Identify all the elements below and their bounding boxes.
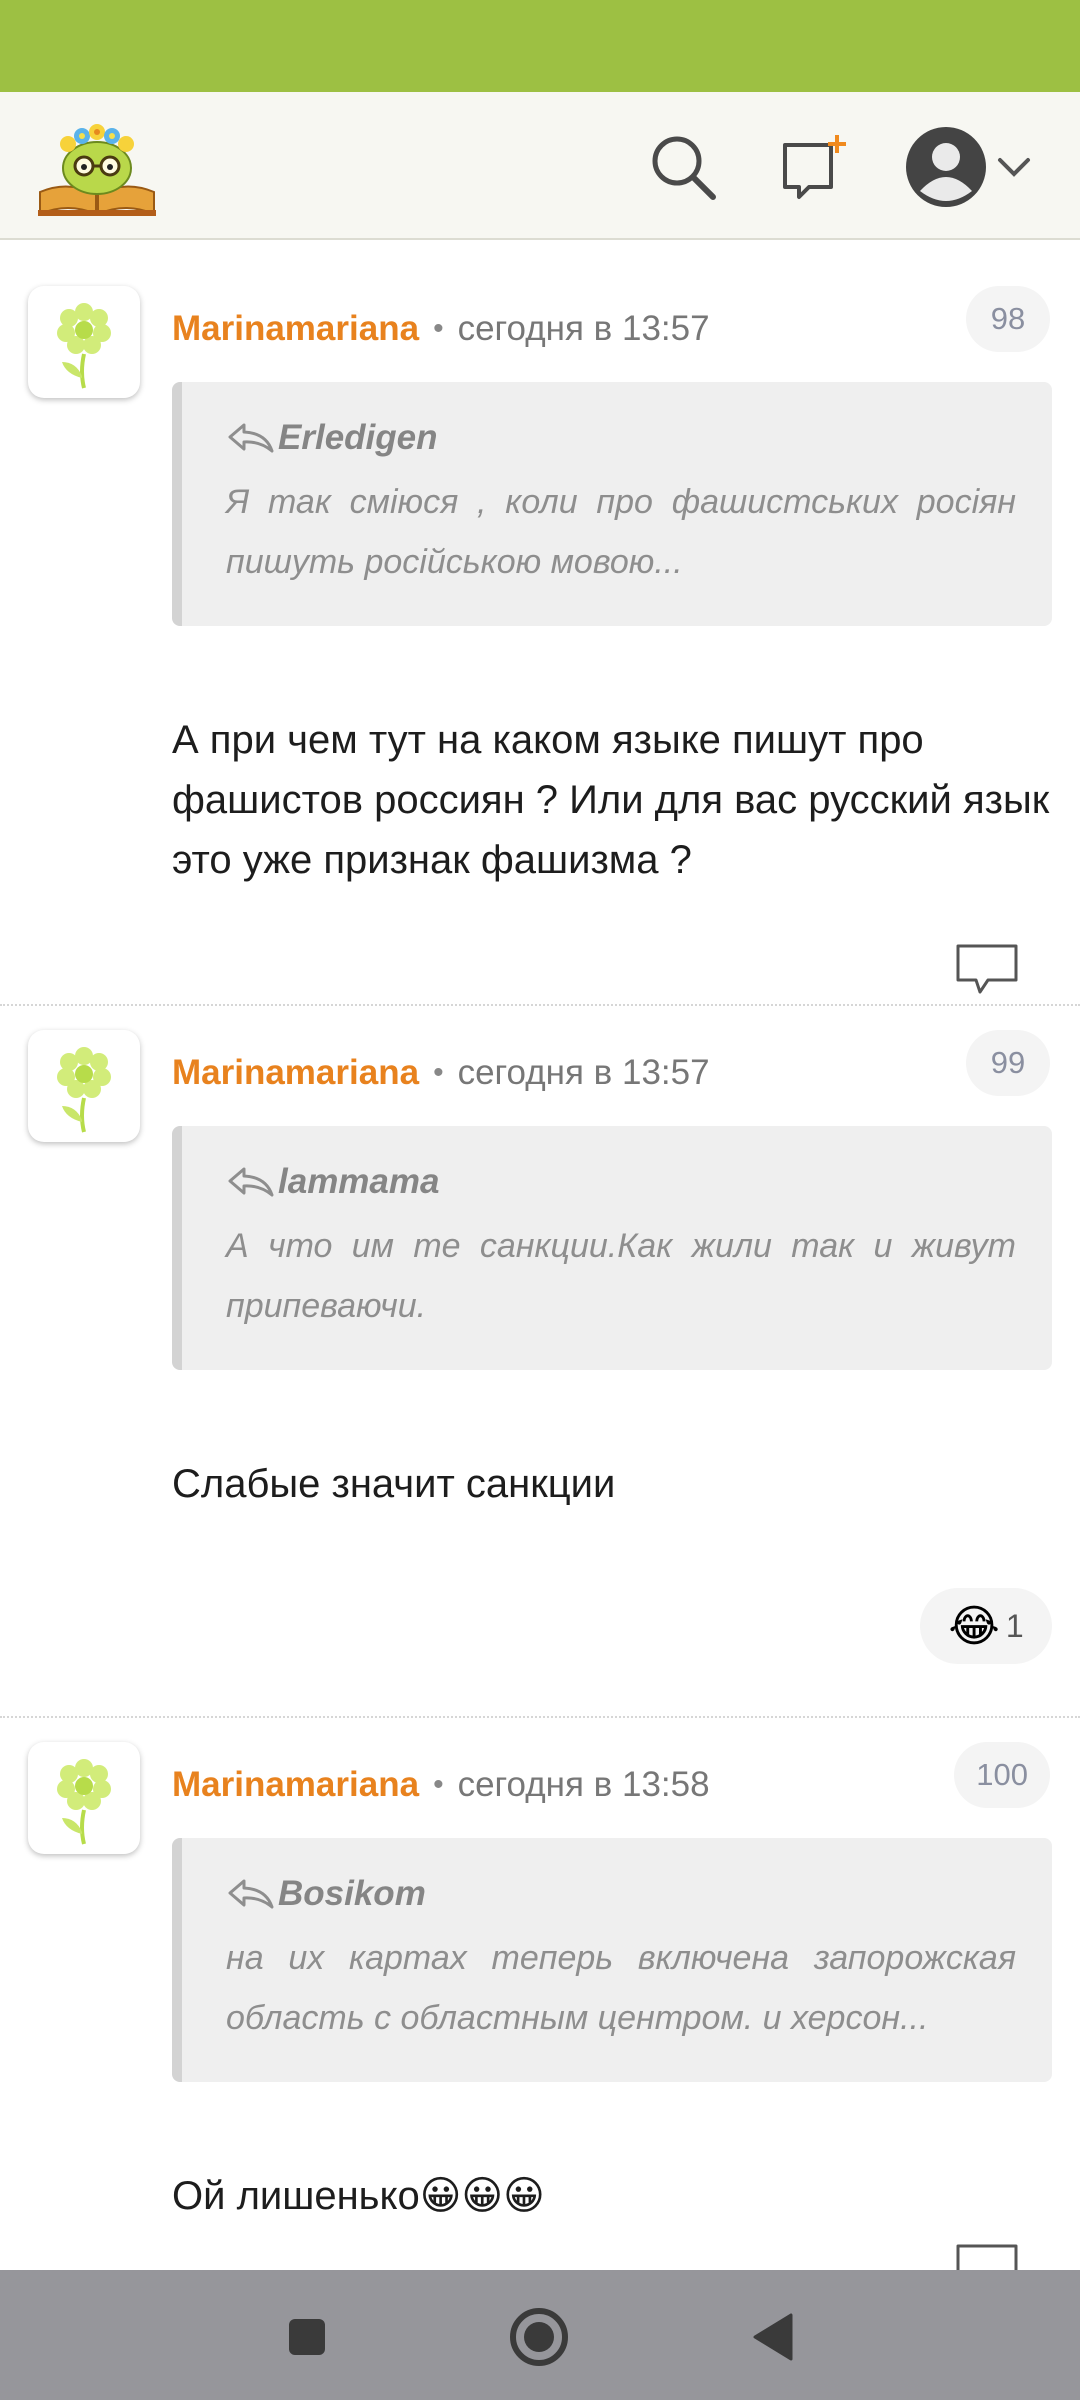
comment-bubble-icon xyxy=(956,2244,1018,2270)
comment-bubble-icon xyxy=(956,944,1018,994)
top-header xyxy=(0,92,1080,240)
comment-body: Слабые значит санкции xyxy=(172,1462,616,1506)
quote-block: Bosikom на их картах теперь включена зап… xyxy=(172,1838,1052,2082)
comment-number[interactable]: 98 xyxy=(966,286,1050,352)
comment-body: Ой лишенько😀😀😀 xyxy=(172,2174,545,2218)
recents-button[interactable] xyxy=(262,2292,352,2382)
profile-icon xyxy=(906,127,986,207)
comment-divider xyxy=(0,1716,1080,1718)
search-icon xyxy=(652,136,716,200)
flower-avatar-icon xyxy=(57,1047,111,1133)
avatar[interactable] xyxy=(28,1742,140,1854)
flower-avatar-icon xyxy=(57,303,111,389)
reaction-badge[interactable]: 😂 1 xyxy=(920,1588,1052,1664)
status-bar xyxy=(0,0,1080,92)
comment-author[interactable]: Marinamariana xyxy=(172,309,419,349)
separator-dot: • xyxy=(433,1768,444,1801)
comment-meta: Marinamariana • сегодня в 13:57 xyxy=(172,1048,710,1098)
quote-header: Erledigen xyxy=(226,418,437,458)
comment-divider xyxy=(0,1004,1080,1006)
new-post-button[interactable] xyxy=(770,122,860,212)
quote-author[interactable]: Erledigen xyxy=(278,418,437,458)
reply-button[interactable] xyxy=(954,942,1020,998)
search-button[interactable] xyxy=(638,122,728,212)
quote-text: на их картах теперь включена запорожская… xyxy=(226,1939,1016,2037)
reply-arrow-icon xyxy=(228,423,274,453)
home-button[interactable] xyxy=(494,2292,584,2382)
comment-meta: Marinamariana • сегодня в 13:57 xyxy=(172,304,710,354)
new-post-icon xyxy=(783,135,846,199)
back-triangle-icon xyxy=(753,2313,793,2361)
site-logo[interactable] xyxy=(34,110,160,220)
comment-body: А при чем тут на каком языке пишут про ф… xyxy=(172,718,1050,882)
comment-time: сегодня в 13:58 xyxy=(457,1765,710,1804)
chevron-down-icon xyxy=(998,158,1030,177)
quote-author[interactable]: Bosikom xyxy=(278,1874,426,1914)
reply-arrow-icon xyxy=(228,1879,274,1909)
quote-header: Bosikom xyxy=(226,1874,426,1914)
home-circle-icon xyxy=(510,2308,568,2366)
comment-meta: Marinamariana • сегодня в 13:58 xyxy=(172,1760,710,1810)
reaction-count: 1 xyxy=(1005,1607,1024,1644)
quote-text: Я так сміюся , коли про фашистських росі… xyxy=(226,483,1016,581)
comment-time: сегодня в 13:57 xyxy=(457,1053,710,1092)
comment-time: сегодня в 13:57 xyxy=(457,309,710,348)
flower-avatar-icon xyxy=(57,1759,111,1845)
system-nav-bar xyxy=(0,2270,1080,2400)
separator-dot: • xyxy=(433,1056,444,1089)
quote-block: Erledigen Я так сміюся , коли про фашист… xyxy=(172,382,1052,626)
profile-menu-button[interactable] xyxy=(898,122,1038,212)
reply-button[interactable] xyxy=(954,2242,1020,2270)
comment-number[interactable]: 100 xyxy=(954,1742,1050,1808)
quote-block: lammama А что им те санкции.Как жили так… xyxy=(172,1126,1052,1370)
quote-text: А что им те санкции.Как жили так и живут… xyxy=(226,1227,1016,1325)
separator-dot: • xyxy=(433,312,444,345)
avatar[interactable] xyxy=(28,286,140,398)
comment-author[interactable]: Marinamariana xyxy=(172,1765,419,1805)
quote-header: lammama xyxy=(226,1162,439,1202)
back-button[interactable] xyxy=(728,2292,818,2382)
laughing-emoji-icon: 😂 xyxy=(948,1601,1000,1651)
comment-author[interactable]: Marinamariana xyxy=(172,1053,419,1093)
comments-feed[interactable]: Marinamariana • сегодня в 13:57 98 Erled… xyxy=(0,242,1080,2270)
avatar[interactable] xyxy=(28,1030,140,1142)
recents-square-icon xyxy=(289,2319,325,2355)
reply-arrow-icon xyxy=(228,1167,274,1197)
quote-author[interactable]: lammama xyxy=(278,1162,439,1202)
comment-number[interactable]: 99 xyxy=(966,1030,1050,1096)
